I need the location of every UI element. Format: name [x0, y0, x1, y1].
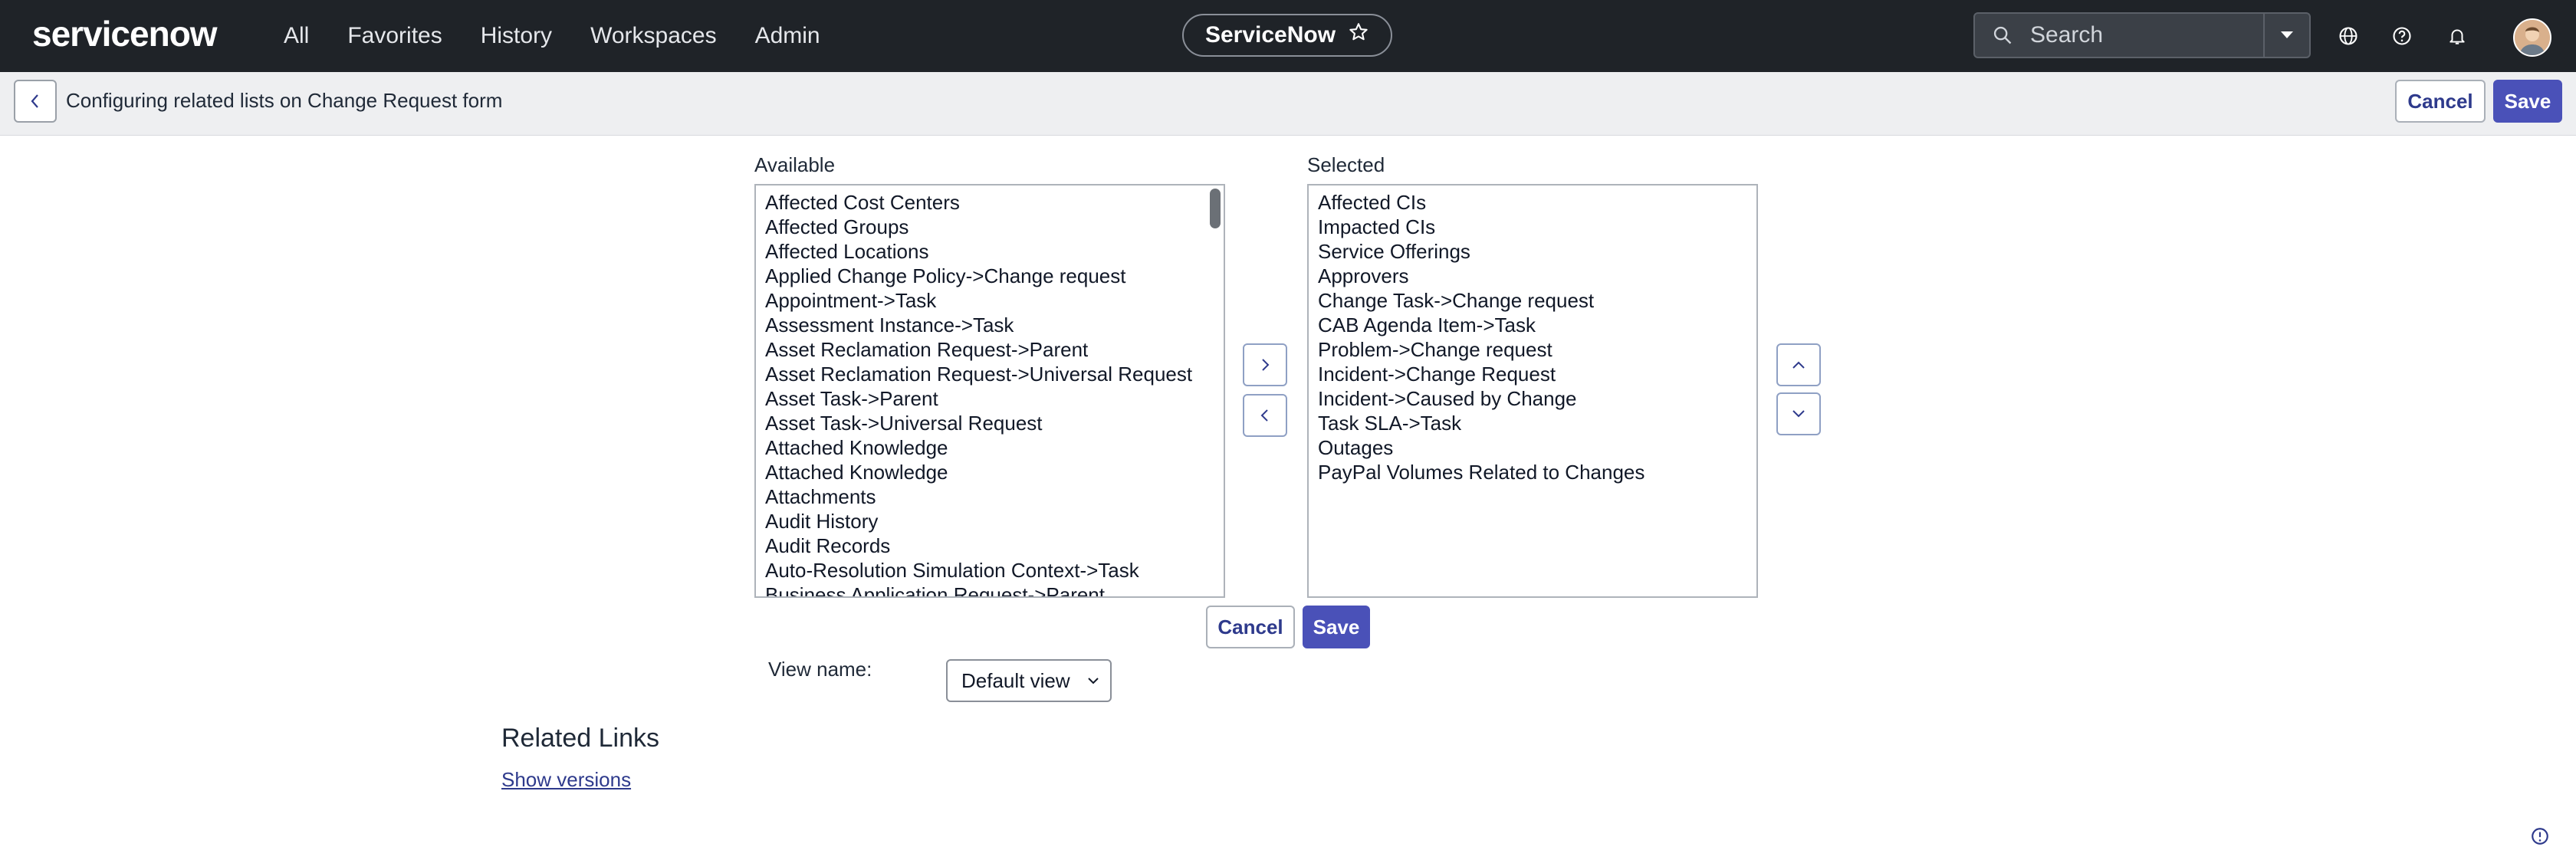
- nav-all[interactable]: All: [284, 23, 309, 49]
- list-item[interactable]: Attachments: [756, 484, 1192, 509]
- list-item[interactable]: Asset Reclamation Request->Parent: [756, 337, 1192, 362]
- list-item[interactable]: Outages: [1309, 435, 1644, 460]
- available-list[interactable]: Affected Cost Centers Affected Groups Affe…: [754, 184, 1225, 598]
- list-item[interactable]: Impacted CIs: [1309, 215, 1644, 239]
- logo-text: servicenow: [32, 14, 218, 54]
- available-scrollbar[interactable]: [1207, 187, 1222, 595]
- caret-down-icon: [2281, 31, 2293, 38]
- list-item[interactable]: Affected Cost Centers: [756, 190, 1192, 215]
- list-item[interactable]: Applied Change Policy->Change request: [756, 264, 1192, 288]
- form-header: Configuring related lists on Change Requ…: [0, 72, 2576, 136]
- list-item[interactable]: Task SLA->Task: [1309, 411, 1644, 435]
- list-item[interactable]: Incident->Caused by Change: [1309, 386, 1644, 411]
- search-input[interactable]: Search: [2030, 22, 2263, 48]
- chevron-left-icon: [31, 94, 38, 108]
- chevron-down-icon: [1792, 410, 1805, 418]
- move-up-button[interactable]: [1776, 343, 1821, 386]
- available-scroll-thumb[interactable]: [1210, 189, 1221, 228]
- cancel-button[interactable]: Cancel: [1206, 606, 1295, 648]
- main-nav: All Favorites History Workspaces Admin: [284, 0, 820, 72]
- search-icon: [1975, 25, 2030, 46]
- chevron-right-icon: [1262, 359, 1270, 371]
- chevron-left-icon: [1260, 409, 1268, 422]
- list-item[interactable]: Approvers: [1309, 264, 1644, 288]
- list-item[interactable]: CAB Agenda Item->Task: [1309, 313, 1644, 337]
- available-items: Affected Cost Centers Affected Groups Affe…: [756, 190, 1192, 596]
- remove-from-selected-button[interactable]: [1243, 394, 1287, 437]
- help-icon[interactable]: [2387, 21, 2417, 51]
- context-pill[interactable]: ServiceNow: [1182, 14, 1392, 57]
- list-item[interactable]: Asset Task->Universal Request: [756, 411, 1192, 435]
- list-item[interactable]: Audit Records: [756, 533, 1192, 558]
- list-item[interactable]: Service Offerings: [1309, 239, 1644, 264]
- view-name-select[interactable]: Default view: [946, 659, 1112, 702]
- globe-icon[interactable]: [2334, 21, 2363, 51]
- view-name-label: View name:: [768, 658, 872, 681]
- chevron-down-icon: [1088, 678, 1099, 684]
- nav-workspaces[interactable]: Workspaces: [590, 23, 717, 49]
- view-name-value: Default view: [961, 668, 1070, 692]
- save-button[interactable]: Save: [1303, 606, 1370, 648]
- list-item[interactable]: Asset Task->Parent: [756, 386, 1192, 411]
- add-to-selected-button[interactable]: [1243, 343, 1287, 386]
- bell-icon[interactable]: [2443, 21, 2472, 51]
- list-item[interactable]: Change Task->Change request: [1309, 288, 1644, 313]
- header-save-button[interactable]: Save: [2493, 80, 2562, 123]
- selected-list[interactable]: Affected CIs Impacted CIs Service Offering…: [1307, 184, 1758, 598]
- chevron-up-icon: [1792, 361, 1805, 369]
- related-links-title: Related Links: [501, 724, 660, 753]
- list-item[interactable]: Attached Knowledge: [756, 460, 1192, 484]
- header-cancel-button[interactable]: Cancel: [2395, 80, 2486, 123]
- global-search[interactable]: Search: [1973, 12, 2311, 58]
- available-label: Available: [754, 153, 836, 176]
- list-item[interactable]: Problem->Change request: [1309, 337, 1644, 362]
- move-down-button[interactable]: [1776, 392, 1821, 435]
- back-button[interactable]: [14, 80, 57, 123]
- user-avatar[interactable]: [2513, 18, 2551, 57]
- list-item[interactable]: Affected CIs: [1309, 190, 1644, 215]
- selected-items: Affected CIs Impacted CIs Service Offering…: [1309, 190, 1644, 484]
- list-item[interactable]: Affected Locations: [756, 239, 1192, 264]
- list-item[interactable]: Attached Knowledge: [756, 435, 1192, 460]
- list-item[interactable]: Appointment->Task: [756, 288, 1192, 313]
- list-item[interactable]: Asset Reclamation Request->Universal Req…: [756, 362, 1192, 386]
- list-item[interactable]: Auto-Resolution Simulation Context->Task: [756, 558, 1192, 583]
- star-icon[interactable]: [1348, 21, 1369, 49]
- list-item[interactable]: Audit History: [756, 509, 1192, 533]
- list-item[interactable]: Affected Groups: [756, 215, 1192, 239]
- list-item[interactable]: Incident->Change Request: [1309, 362, 1644, 386]
- page-title: Configuring related lists on Change Requ…: [66, 89, 503, 112]
- show-versions-link[interactable]: Show versions: [501, 768, 631, 792]
- search-scope-dropdown[interactable]: [2263, 14, 2309, 57]
- list-item[interactable]: Business Application Request->Parent: [756, 583, 1192, 596]
- nav-favorites[interactable]: Favorites: [347, 23, 442, 49]
- selected-label: Selected: [1307, 153, 1385, 176]
- servicenow-logo[interactable]: servicenow: [32, 11, 218, 57]
- list-item[interactable]: PayPal Volumes Related to Changes: [1309, 460, 1644, 484]
- info-icon[interactable]: [2530, 826, 2550, 846]
- context-pill-label: ServiceNow: [1204, 22, 1336, 48]
- nav-admin[interactable]: Admin: [755, 23, 820, 49]
- top-navigation-bar: servicenow All Favorites History Workspa…: [0, 0, 2576, 72]
- nav-history[interactable]: History: [481, 23, 552, 49]
- list-item[interactable]: Assessment Instance->Task: [756, 313, 1192, 337]
